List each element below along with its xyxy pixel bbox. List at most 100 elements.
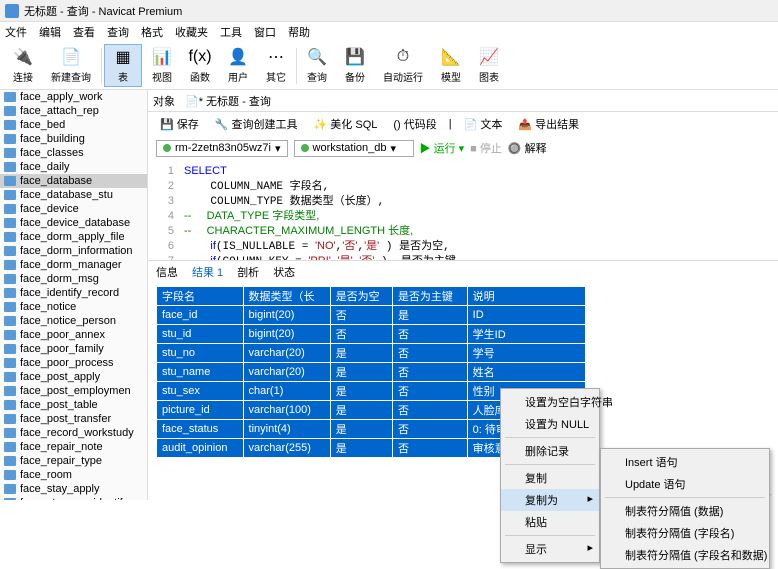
beautify-button[interactable]: ✨ 美化 SQL [310, 114, 382, 134]
ctx-item[interactable]: Insert 语句 [601, 451, 769, 473]
builder-button[interactable]: 🔧 查询创建工具 [211, 114, 302, 134]
toolbar-连接[interactable]: 🔌连接 [5, 45, 41, 86]
tree-item[interactable]: face_dorm_msg [0, 272, 147, 286]
grid-header[interactable]: 是否为空 [330, 287, 392, 306]
table-icon [4, 190, 16, 200]
tree-item[interactable]: face_record_workstudy [0, 426, 147, 440]
ctx-item[interactable]: 制表符分隔值 (数据) [601, 500, 769, 522]
tree-item[interactable]: face_notice_person [0, 314, 147, 328]
ctx-item[interactable]: Update 语句 [601, 473, 769, 495]
ctx-item[interactable]: 粘贴 [501, 511, 599, 533]
server-select[interactable]: rm-2zetn83n05wz7i ▾ [156, 140, 288, 157]
tree-item[interactable]: face_bed [0, 118, 147, 132]
result-tab[interactable]: 信息 [156, 264, 178, 280]
grid-header[interactable]: 数据类型（长 [243, 287, 330, 306]
tree-item[interactable]: face_post_table [0, 398, 147, 412]
context-menu[interactable]: 设置为空白字符串设置为 NULL 删除记录复制复制为▸粘贴显示▸ [500, 388, 600, 563]
table-icon [4, 204, 16, 214]
toolbar-视图[interactable]: 📊视图 [144, 45, 180, 86]
sidebar-tree[interactable]: face_apply_workface_attach_repface_bedfa… [0, 90, 148, 500]
grid-row[interactable]: face_idbigint(20)否是ID [157, 306, 586, 325]
tree-item[interactable]: face_post_transfer [0, 412, 147, 426]
context-submenu[interactable]: Insert 语句Update 语句制表符分隔值 (数据)制表符分隔值 (字段名… [600, 448, 770, 569]
menu-item[interactable]: 工具 [220, 24, 242, 40]
toolbar-用户[interactable]: 👤用户 [220, 45, 256, 86]
tab-objects[interactable]: 对象 [153, 93, 175, 109]
tree-item[interactable]: face_apply_work [0, 90, 147, 104]
toolbar-模型[interactable]: 📐模型 [433, 45, 469, 86]
grid-header[interactable]: 说明 [467, 287, 585, 306]
menu-item[interactable]: 格式 [141, 24, 163, 40]
text-button[interactable]: 📄 文本 [460, 114, 507, 134]
ctx-item[interactable]: 显示▸ [501, 538, 599, 560]
save-button[interactable]: 💾 保存 [156, 114, 203, 134]
toolbar-其它[interactable]: ⋯其它 [258, 45, 294, 86]
toolbar-函数[interactable]: f(x)函数 [182, 45, 218, 86]
ctx-item[interactable]: 制表符分隔值 (字段名) [601, 522, 769, 544]
grid-header[interactable]: 字段名 [157, 287, 244, 306]
toolbar-自动运行[interactable]: ⏱自动运行 [375, 45, 431, 86]
tree-item[interactable]: face_stranger_identify_ [0, 496, 147, 500]
sql-editor[interactable]: 1SELECT 2 COLUMN_NAME 字段名, 3 COLUMN_TYPE… [148, 160, 778, 260]
tree-item[interactable]: face_daily [0, 160, 147, 174]
code-button[interactable]: () 代码段 [389, 114, 440, 134]
tree-item[interactable]: face_post_employmen [0, 384, 147, 398]
db-select[interactable]: workstation_db ▾ [294, 140, 414, 157]
toolbar-查询[interactable]: 🔍查询 [299, 45, 335, 86]
ctx-item[interactable]: 设置为 NULL [501, 413, 599, 435]
tree-item[interactable]: face_repair_type [0, 454, 147, 468]
ctx-item[interactable]: 复制 [501, 467, 599, 489]
explain-button[interactable]: 🔘 解释 [508, 140, 547, 156]
tab-query[interactable]: 📄* 无标题 - 查询 [185, 93, 271, 109]
menu-item[interactable]: 编辑 [39, 24, 61, 40]
menu-item[interactable]: 文件 [5, 24, 27, 40]
menu-item[interactable]: 窗口 [254, 24, 276, 40]
ctx-item[interactable]: 复制为▸ [501, 489, 599, 511]
grid-row[interactable]: stu_idbigint(20)否否学生ID [157, 325, 586, 344]
tree-item[interactable]: face_poor_process [0, 356, 147, 370]
grid-row[interactable]: stu_novarchar(20)是否学号 [157, 344, 586, 363]
ctx-item[interactable]: 设置为空白字符串 [501, 391, 599, 413]
tree-item[interactable]: face_identify_record [0, 286, 147, 300]
result-grid[interactable]: 字段名数据类型（长是否为空是否为主键说明face_idbigint(20)否是I… [156, 286, 770, 458]
table-icon [4, 456, 16, 466]
tree-item[interactable]: face_dorm_manager [0, 258, 147, 272]
grid-row[interactable]: stu_namevarchar(20)是否姓名 [157, 363, 586, 382]
ctx-item[interactable]: 制表符分隔值 (字段名和数据) [601, 544, 769, 566]
menu-item[interactable]: 帮助 [288, 24, 310, 40]
toolbar-新建查询[interactable]: 📄新建查询 [43, 45, 99, 86]
tree-item[interactable]: face_notice [0, 300, 147, 314]
content-tabs: 对象 📄* 无标题 - 查询 [148, 90, 778, 112]
result-tabs: 信息结果 1 剖析状态 [148, 260, 778, 282]
tree-item[interactable]: face_repair_note [0, 440, 147, 454]
tree-item[interactable]: face_post_apply [0, 370, 147, 384]
tree-item[interactable]: face_poor_annex [0, 328, 147, 342]
tree-item[interactable]: face_device [0, 202, 147, 216]
tree-item[interactable]: face_room [0, 468, 147, 482]
menu-item[interactable]: 查询 [107, 24, 129, 40]
toolbar-表[interactable]: ▦表 [104, 44, 142, 87]
toolbar-图表[interactable]: 📈图表 [471, 45, 507, 86]
export-button[interactable]: 📤 导出结果 [514, 114, 583, 134]
tree-item[interactable]: face_database_stu [0, 188, 147, 202]
table-icon [4, 162, 16, 172]
tree-item[interactable]: face_attach_rep [0, 104, 147, 118]
toolbar-备份[interactable]: 💾备份 [337, 45, 373, 86]
result-tab[interactable]: 状态 [273, 264, 295, 280]
tree-item[interactable]: face_building [0, 132, 147, 146]
ctx-item[interactable]: 删除记录 [501, 440, 599, 462]
tree-item[interactable]: face_device_database [0, 216, 147, 230]
run-button[interactable]: ▶ 运行 ▾ [420, 140, 465, 156]
tree-item[interactable]: face_stay_apply [0, 482, 147, 496]
tree-item[interactable]: face_classes [0, 146, 147, 160]
grid-header[interactable]: 是否为主键 [392, 287, 467, 306]
result-tab[interactable]: 剖析 [237, 264, 259, 280]
tree-item[interactable]: face_poor_family [0, 342, 147, 356]
menu-item[interactable]: 收藏夹 [175, 24, 208, 40]
table-icon [4, 288, 16, 298]
result-tab[interactable]: 结果 1 [192, 264, 223, 280]
menu-item[interactable]: 查看 [73, 24, 95, 40]
tree-item[interactable]: face_dorm_apply_file [0, 230, 147, 244]
tree-item[interactable]: face_dorm_information [0, 244, 147, 258]
tree-item[interactable]: face_database [0, 174, 147, 188]
